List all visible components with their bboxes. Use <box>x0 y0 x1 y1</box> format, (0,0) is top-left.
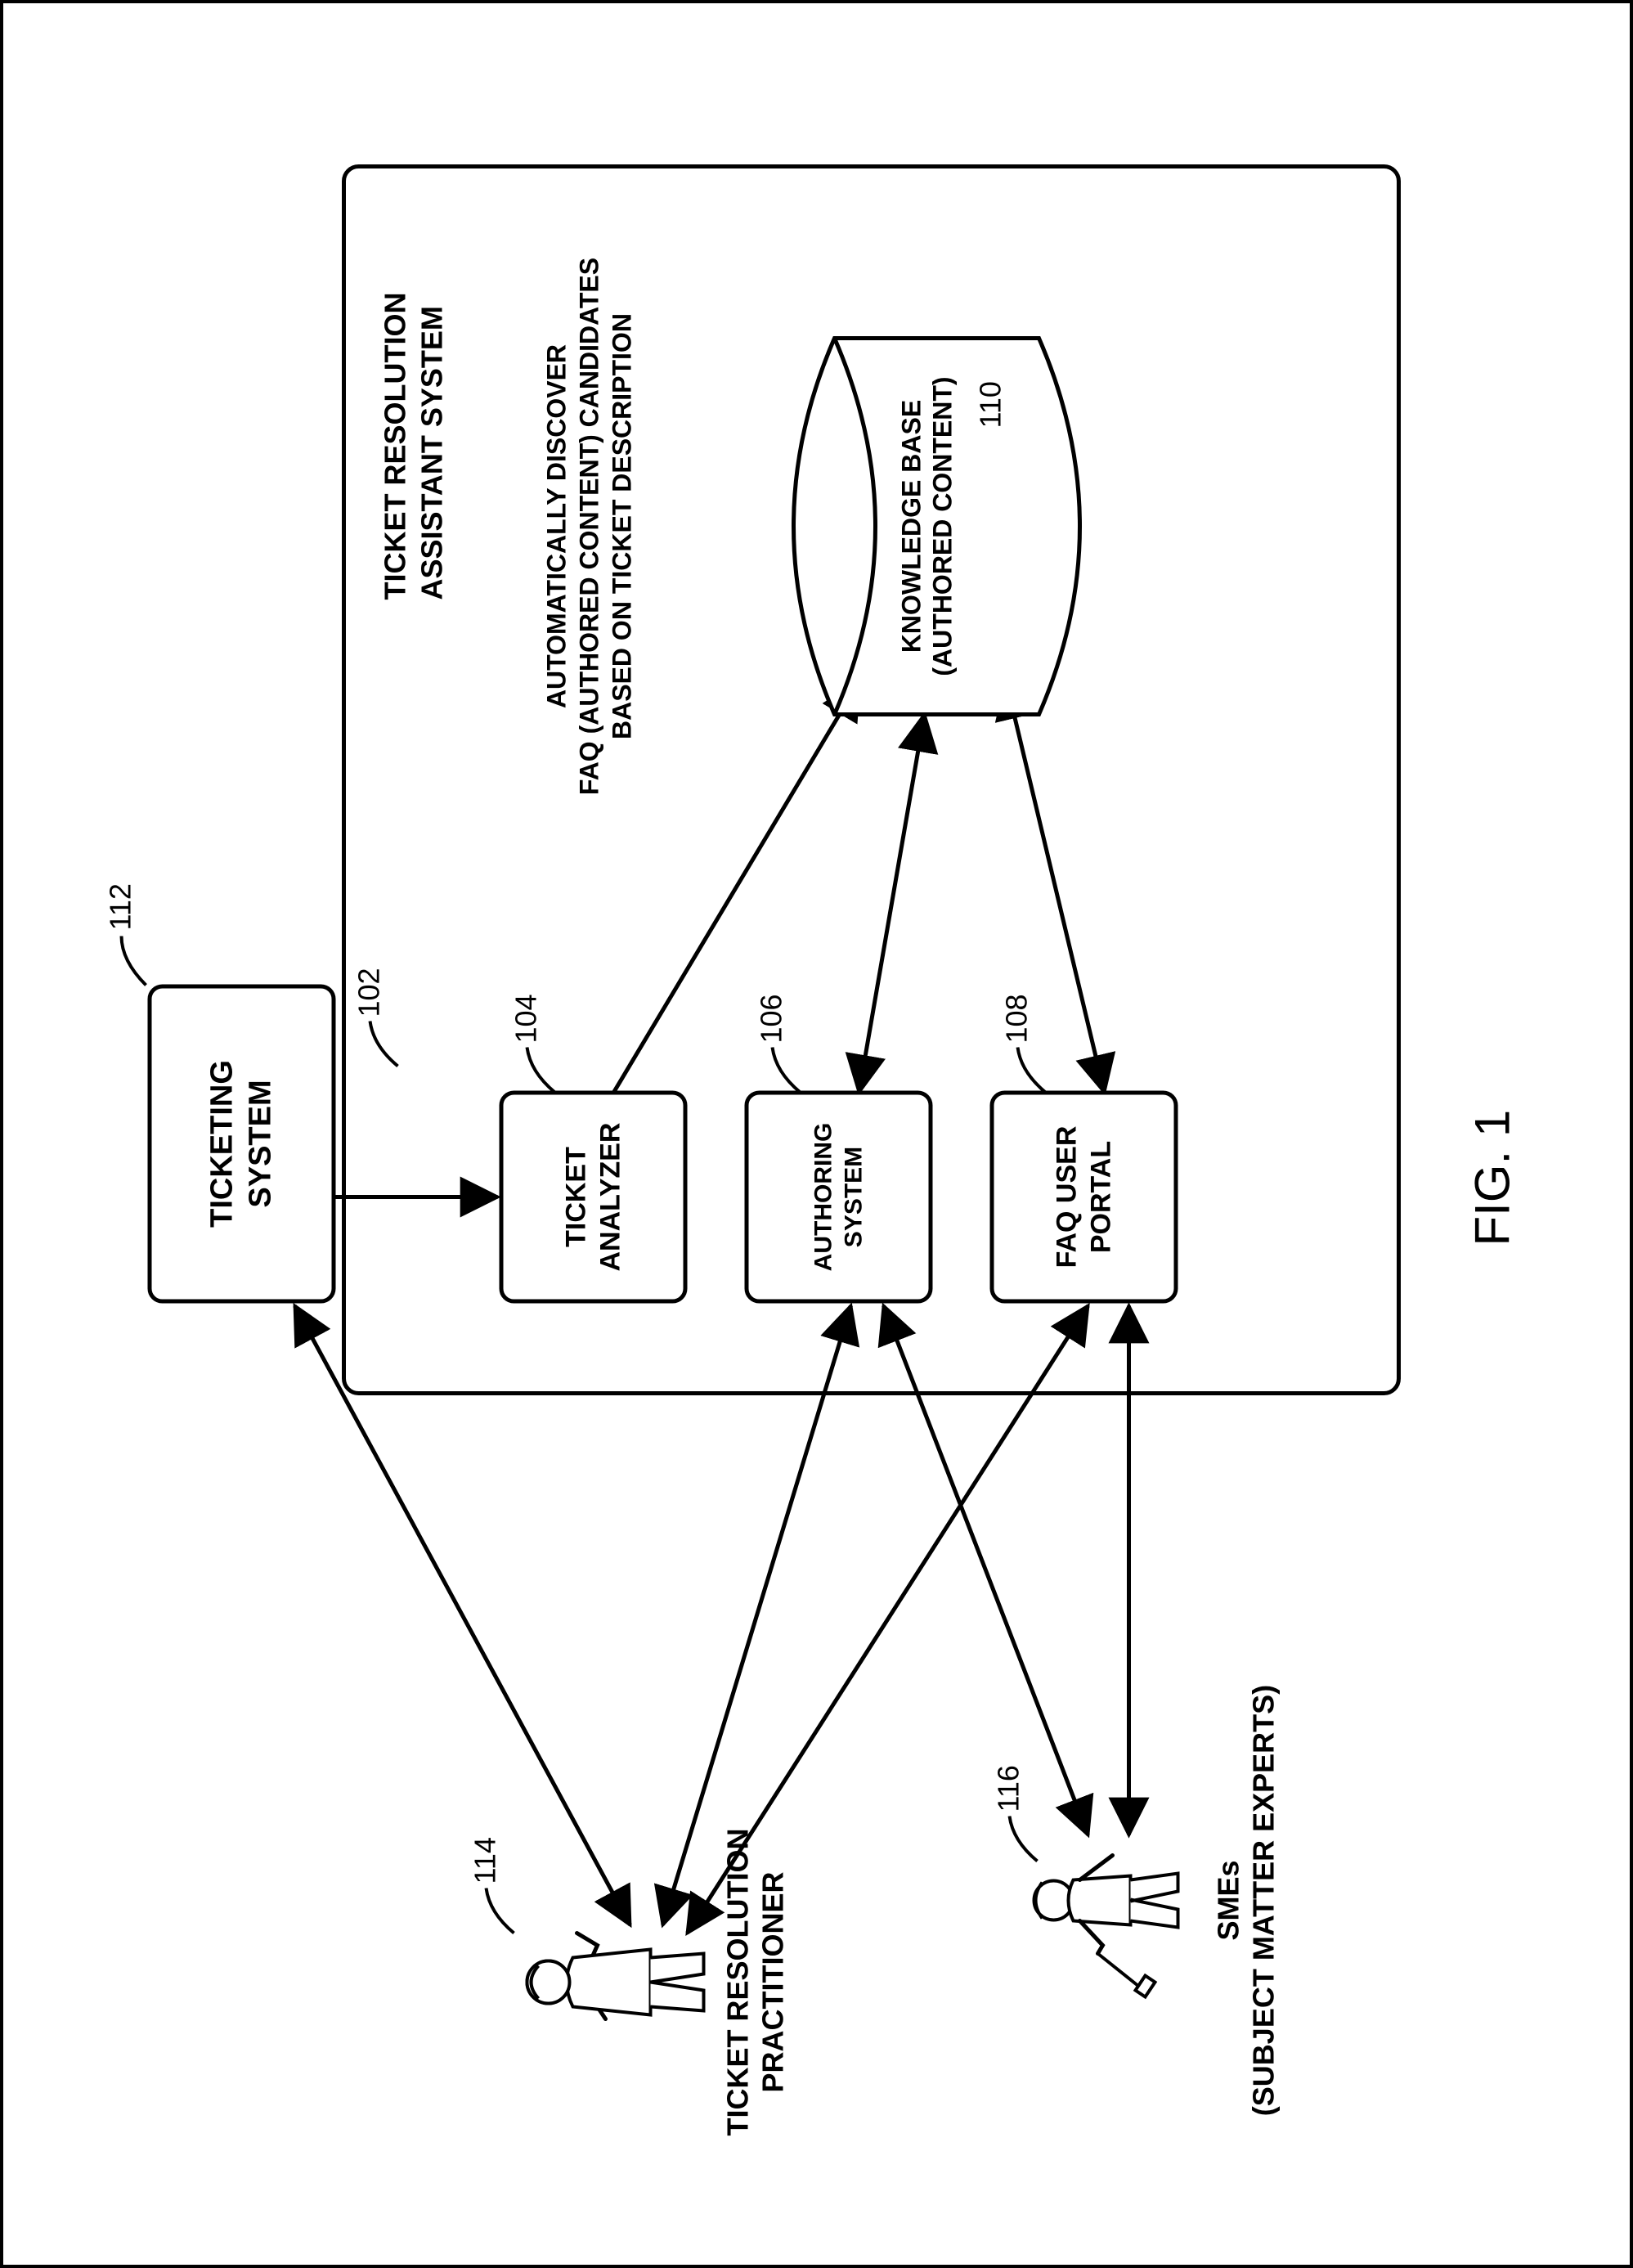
ref-system: 102 <box>352 968 386 1017</box>
ticket-analyzer-label: TICKET ANALYZER <box>559 1122 628 1271</box>
discover-line3: BASED ON TICKET DESCRIPTION <box>605 207 638 845</box>
ref-analyzer: 104 <box>509 994 543 1043</box>
practitioner-line2: PRACTITIONER <box>755 1802 790 2162</box>
authoring-system-box: AUTHORING SYSTEM <box>744 1090 932 1303</box>
figure-label: FIG. 1 <box>1464 1109 1520 1246</box>
system-title-text: TICKET RESOLUTION ASSISTANT SYSTEM <box>378 292 448 600</box>
knowledge-base-label: KNOWLEDGE BASE (AUTHORED CONTENT) <box>895 338 958 714</box>
system-title: TICKET RESOLUTION ASSISTANT SYSTEM <box>376 174 450 600</box>
faq-user-portal-label: FAQ USER PORTAL <box>1049 1125 1119 1268</box>
practitioner-line1: TICKET RESOLUTION <box>720 1802 755 2162</box>
ticketing-system-box: TICKETING SYSTEM <box>147 984 335 1303</box>
ref-kb: 110 <box>973 381 1007 428</box>
ticketing-system-label: TICKETING SYSTEM <box>203 1060 280 1228</box>
diagram-canvas: TICKETING SYSTEM TICKET ANALYZER AUTHORI… <box>0 0 1633 2268</box>
authoring-system-label: AUTHORING SYSTEM <box>808 1122 869 1271</box>
page-frame: TICKETING SYSTEM TICKET ANALYZER AUTHORI… <box>0 0 1633 2268</box>
ref-authoring: 106 <box>754 994 788 1043</box>
kb-line1: KNOWLEDGE BASE <box>895 338 926 714</box>
smes-line2: (SUBJECT MATTER EXPERTS) <box>1245 1679 1281 2121</box>
sme-icon <box>1034 1855 1178 1996</box>
ref-ticketing: 112 <box>103 883 137 930</box>
kb-line2: (AUTHORED CONTENT) <box>926 338 958 714</box>
ticket-analyzer-box: TICKET ANALYZER <box>499 1090 687 1303</box>
discover-line2: FAQ (AUTHORED CONTENT) CANDIDATES <box>572 207 605 845</box>
ref-smes: 116 <box>991 1765 1025 1812</box>
smes-label: SMEs (SUBJECT MATTER EXPERTS) <box>1210 1679 1281 2121</box>
ref-portal: 108 <box>999 994 1034 1043</box>
smes-line1: SMEs <box>1210 1679 1245 2121</box>
practitioner-label: TICKET RESOLUTION PRACTITIONER <box>720 1802 790 2162</box>
discover-text: AUTOMATICALLY DISCOVER FAQ (AUTHORED CON… <box>540 207 638 845</box>
faq-user-portal-box: FAQ USER PORTAL <box>989 1090 1178 1303</box>
practitioner-icon <box>527 1933 703 2019</box>
ref-practitioner: 114 <box>468 1837 502 1884</box>
discover-line1: AUTOMATICALLY DISCOVER <box>540 207 572 845</box>
